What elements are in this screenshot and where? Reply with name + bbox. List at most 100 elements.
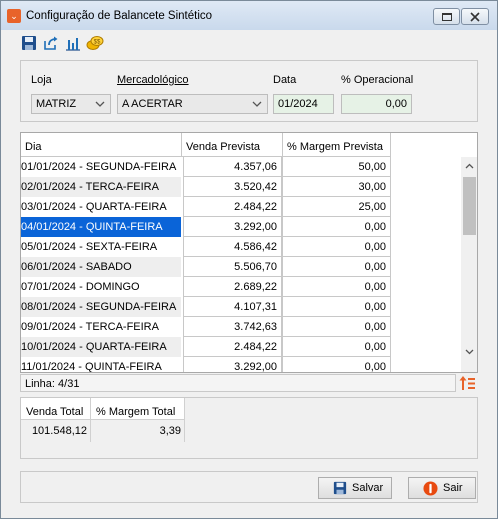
mercadologico-value: A ACERTAR (122, 98, 183, 110)
config-window: ⌄ Configuração de Balancete Sintético $$… (0, 0, 498, 519)
cell-margem-prevista[interactable]: 0,00 (282, 217, 391, 237)
cell-venda-prevista[interactable]: 4.586,42 (183, 237, 282, 257)
cell-dia[interactable]: 07/01/2024 - DOMINGO (21, 277, 181, 297)
cell-venda-prevista[interactable]: 2.484,22 (183, 197, 282, 217)
save-toolbar-button[interactable] (20, 34, 38, 52)
filter-panel: Loja MATRIZ Mercadológico A ACERTAR Data… (20, 60, 478, 122)
table-row[interactable]: 11/01/2024 - QUINTA-FEIRA 3.292,00 0,00 (21, 357, 391, 372)
status-line-box: Linha: 4/31 (20, 374, 456, 392)
cell-dia[interactable]: 06/01/2024 - SABADO (21, 257, 181, 277)
data-label: Data (273, 74, 297, 86)
cell-dia[interactable]: 08/01/2024 - SEGUNDA-FEIRA (21, 297, 181, 317)
app-logo-icon: ⌄ (7, 9, 21, 23)
table-row[interactable]: 05/01/2024 - SEXTA-FEIRA 4.586,42 0,00 (21, 237, 391, 257)
export-toolbar-button[interactable] (42, 34, 60, 52)
table-row[interactable]: 02/01/2024 - TERCA-FEIRA 3.520,42 30,00 (21, 177, 391, 197)
cell-venda-prevista[interactable]: 3.742,63 (183, 317, 282, 337)
table-row[interactable]: 01/01/2024 - SEGUNDA-FEIRA 4.357,06 50,00 (21, 157, 391, 177)
cell-margem-prevista[interactable]: 0,00 (282, 277, 391, 297)
chart-icon (66, 38, 80, 51)
margem-total-value: 3,39 (91, 420, 185, 442)
cell-margem-prevista[interactable]: 0,00 (282, 337, 391, 357)
chevron-down-icon (252, 101, 262, 107)
operacional-label: % Operacional (341, 74, 414, 86)
loja-label: Loja (31, 74, 52, 86)
cell-dia[interactable]: 01/01/2024 - SEGUNDA-FEIRA (21, 157, 181, 177)
cell-venda-prevista[interactable]: 4.107,31 (183, 297, 282, 317)
table-row[interactable]: 07/01/2024 - DOMINGO 2.689,22 0,00 (21, 277, 391, 297)
cell-dia[interactable]: 11/01/2024 - QUINTA-FEIRA (21, 357, 181, 372)
scroll-up-button[interactable] (461, 157, 477, 174)
coins-toolbar-button[interactable]: $$ (86, 34, 104, 52)
sair-label: Sair (443, 482, 463, 494)
venda-total-label: Venda Total (21, 398, 91, 420)
column-header-venda-prevista[interactable]: Venda Prevista (182, 133, 283, 157)
status-bar: Linha: 4/31 (20, 374, 478, 392)
title-bar[interactable]: ⌄ Configuração de Balancete Sintético (1, 1, 497, 30)
grid-rows: 01/01/2024 - SEGUNDA-FEIRA 4.357,06 50,00 0… (21, 157, 391, 372)
cell-dia[interactable]: 09/01/2024 - TERCA-FEIRA (21, 317, 181, 337)
sair-button[interactable]: Sair (408, 477, 476, 499)
chart-toolbar-button[interactable] (64, 34, 82, 52)
cell-margem-prevista[interactable]: 0,00 (282, 317, 391, 337)
cell-venda-prevista[interactable]: 3.292,00 (183, 357, 282, 372)
cell-venda-prevista[interactable]: 3.292,00 (183, 217, 282, 237)
cell-venda-prevista[interactable]: 2.689,22 (183, 277, 282, 297)
close-button[interactable] (461, 8, 489, 25)
cell-dia[interactable]: 10/01/2024 - QUARTA-FEIRA (21, 337, 181, 357)
table-row[interactable]: 10/01/2024 - QUARTA-FEIRA 2.484,22 0,00 (21, 337, 391, 357)
loja-value: MATRIZ (36, 98, 77, 110)
footer-bar: Salvar Sair (20, 471, 478, 503)
export-icon (44, 36, 58, 50)
cell-venda-prevista[interactable]: 5.506,70 (183, 257, 282, 277)
coins-icon: $$ (86, 36, 104, 50)
vertical-scrollbar[interactable] (461, 157, 477, 372)
cell-dia[interactable]: 04/01/2024 - QUINTA-FEIRA (21, 217, 181, 237)
loja-select[interactable]: MATRIZ (31, 94, 111, 114)
cell-margem-prevista[interactable]: 50,00 (282, 157, 391, 177)
close-icon (470, 11, 480, 22)
toolbar: $$ (20, 34, 104, 52)
column-header-margem-prevista[interactable]: % Margem Prevista (283, 133, 391, 157)
table-row[interactable]: 08/01/2024 - SEGUNDA-FEIRA 4.107,31 0,00 (21, 297, 391, 317)
column-header-dia[interactable]: Dia (21, 133, 182, 157)
table-row[interactable]: 04/01/2024 - QUINTA-FEIRA 3.292,00 0,00 (21, 217, 391, 237)
cell-dia[interactable]: 03/01/2024 - QUARTA-FEIRA (21, 197, 181, 217)
cell-venda-prevista[interactable]: 4.357,06 (183, 157, 282, 177)
sort-icon[interactable] (459, 375, 476, 391)
data-grid: Dia Venda Prevista % Margem Prevista 01/… (20, 132, 478, 373)
chevron-up-icon (465, 163, 474, 168)
chevron-down-icon (465, 349, 474, 354)
window-title: Configuração de Balancete Sintético (26, 10, 213, 22)
save-icon (22, 36, 36, 50)
chevron-down-icon (95, 101, 105, 107)
cell-margem-prevista[interactable]: 0,00 (282, 237, 391, 257)
cell-margem-prevista[interactable]: 25,00 (282, 197, 391, 217)
restore-button[interactable] (433, 8, 460, 25)
salvar-label: Salvar (352, 482, 384, 494)
table-row[interactable]: 06/01/2024 - SABADO 5.506,70 0,00 (21, 257, 391, 277)
line-indicator: Linha: 4/31 (25, 378, 80, 390)
scroll-thumb[interactable] (463, 177, 476, 235)
table-row[interactable]: 09/01/2024 - TERCA-FEIRA 3.742,63 0,00 (21, 317, 391, 337)
grid-header: Dia Venda Prevista % Margem Prevista (21, 133, 391, 157)
cell-margem-prevista[interactable]: 0,00 (282, 297, 391, 317)
restore-icon (441, 12, 452, 21)
cell-venda-prevista[interactable]: 3.520,42 (183, 177, 282, 197)
scroll-down-button[interactable] (461, 343, 477, 360)
mercadologico-label: Mercadológico (117, 74, 189, 86)
cell-venda-prevista[interactable]: 2.484,22 (183, 337, 282, 357)
salvar-button[interactable]: Salvar (318, 477, 392, 499)
operacional-field[interactable]: 0,00 (341, 94, 412, 114)
svg-text:$$: $$ (94, 40, 101, 46)
data-field[interactable]: 01/2024 (273, 94, 334, 114)
venda-total-value: 101.548,12 (21, 420, 91, 442)
table-row[interactable]: 03/01/2024 - QUARTA-FEIRA 2.484,22 25,00 (21, 197, 391, 217)
cell-dia[interactable]: 05/01/2024 - SEXTA-FEIRA (21, 237, 181, 257)
save-icon (333, 481, 347, 495)
cell-margem-prevista[interactable]: 0,00 (282, 357, 391, 372)
mercadologico-select[interactable]: A ACERTAR (117, 94, 268, 114)
cell-margem-prevista[interactable]: 30,00 (282, 177, 391, 197)
cell-margem-prevista[interactable]: 0,00 (282, 257, 391, 277)
cell-dia[interactable]: 02/01/2024 - TERCA-FEIRA (21, 177, 181, 197)
